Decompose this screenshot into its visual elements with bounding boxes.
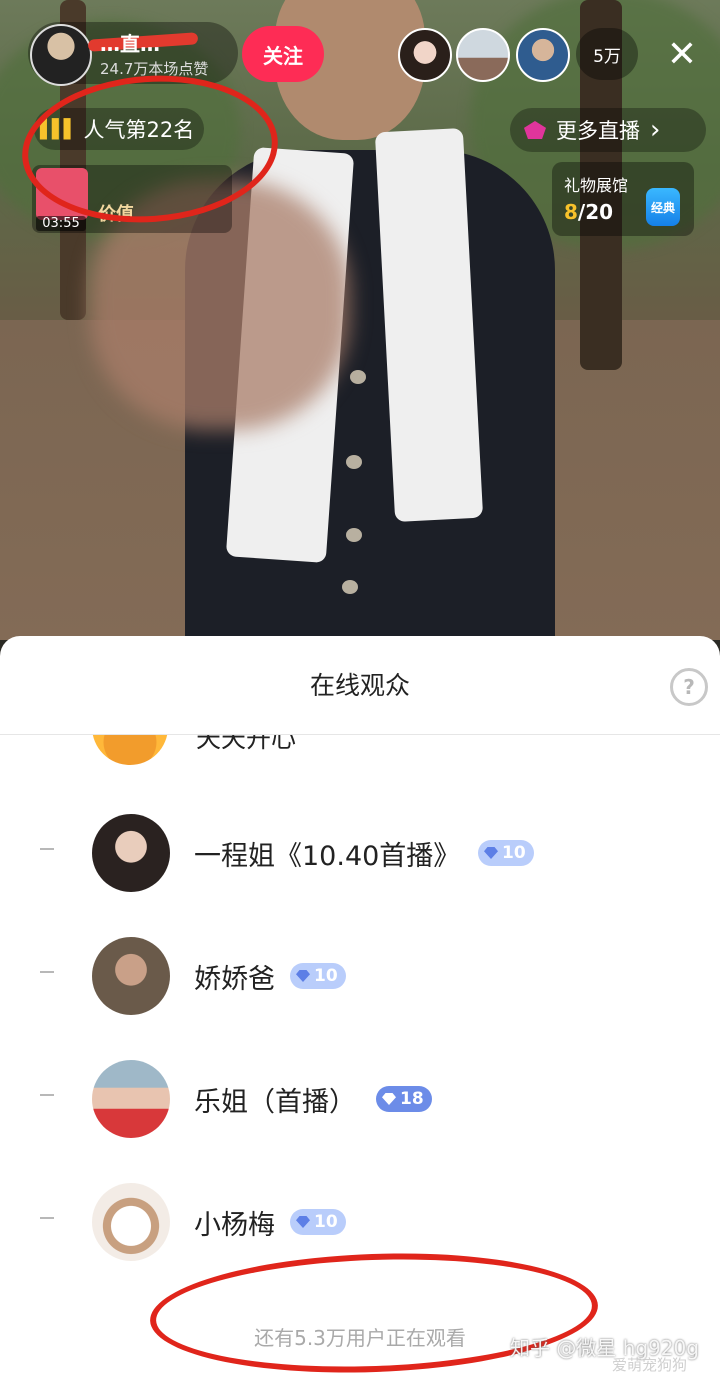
user-name: 乐姐（首播）	[194, 1087, 356, 1118]
classic-badge: 经典	[646, 188, 680, 226]
top-viewer-avatar-1[interactable]	[398, 28, 452, 82]
list-item[interactable]: 乐姐（首播） 18	[0, 1050, 720, 1150]
user-name: 天天开心	[196, 735, 297, 753]
gift-hall-card[interactable]: 礼物展馆 8/20 经典	[552, 162, 694, 236]
rank-dash	[40, 1217, 54, 1219]
level-badge: 18	[376, 1086, 432, 1112]
help-icon[interactable]: ?	[670, 668, 708, 706]
online-audience-sheet: 在线观众 ? 天天开心 一程姐《10.40首播》 10 娇娇爸 10 乐姐（首播…	[0, 636, 720, 1381]
close-icon[interactable]: ✕	[660, 32, 704, 76]
pentagon-icon	[524, 121, 546, 139]
rank-dash	[40, 848, 54, 850]
gift-hall-current: 8	[564, 200, 578, 224]
host-name: …直…	[100, 32, 160, 56]
avatar	[92, 1060, 170, 1138]
user-name: 小杨梅	[194, 1210, 275, 1241]
level-badge: 10	[290, 1209, 346, 1235]
level-value: 10	[314, 966, 338, 986]
rank-dash	[40, 971, 54, 973]
list-item-partial[interactable]: 天天开心	[0, 735, 720, 771]
avatar	[92, 937, 170, 1015]
diamond-icon	[296, 970, 310, 982]
avatar	[92, 814, 170, 892]
level-badge: 10	[290, 963, 346, 989]
viewer-count[interactable]: 5万	[576, 28, 638, 80]
gift-hall-total: /20	[577, 200, 614, 224]
level-value: 10	[502, 843, 526, 863]
follow-button[interactable]: 关注	[242, 26, 324, 82]
gift-timer: 03:55	[36, 216, 86, 231]
avatar	[92, 1183, 170, 1261]
diamond-icon	[484, 847, 498, 859]
avatar	[92, 735, 168, 765]
weibo-watermark: 爱萌宠狗狗	[612, 1356, 688, 1374]
gift-hall-progress: 8/20	[564, 200, 613, 224]
user-name: 一程姐《10.40首播》	[194, 841, 461, 872]
more-live-label: 更多直播	[556, 119, 640, 143]
level-value: 10	[314, 1212, 338, 1232]
chevron-right-icon: ›	[650, 115, 661, 145]
more-live-button[interactable]: 更多直播 ›	[510, 108, 706, 152]
list-item[interactable]: 娇娇爸 10	[0, 927, 720, 1027]
level-badge: 10	[478, 840, 534, 866]
top-viewer-avatar-2[interactable]	[456, 28, 510, 82]
host-avatar[interactable]	[30, 24, 92, 86]
top-viewer-avatar-3[interactable]	[516, 28, 570, 82]
gift-hall-title: 礼物展馆	[564, 176, 629, 195]
rank-dash	[40, 1094, 54, 1096]
list-item[interactable]: 一程姐《10.40首播》 10	[0, 804, 720, 904]
diamond-icon	[296, 1216, 310, 1228]
sheet-title: 在线观众	[309, 671, 410, 700]
diamond-icon	[382, 1093, 396, 1105]
user-name: 娇娇爸	[194, 964, 275, 995]
level-value: 18	[400, 1089, 424, 1109]
